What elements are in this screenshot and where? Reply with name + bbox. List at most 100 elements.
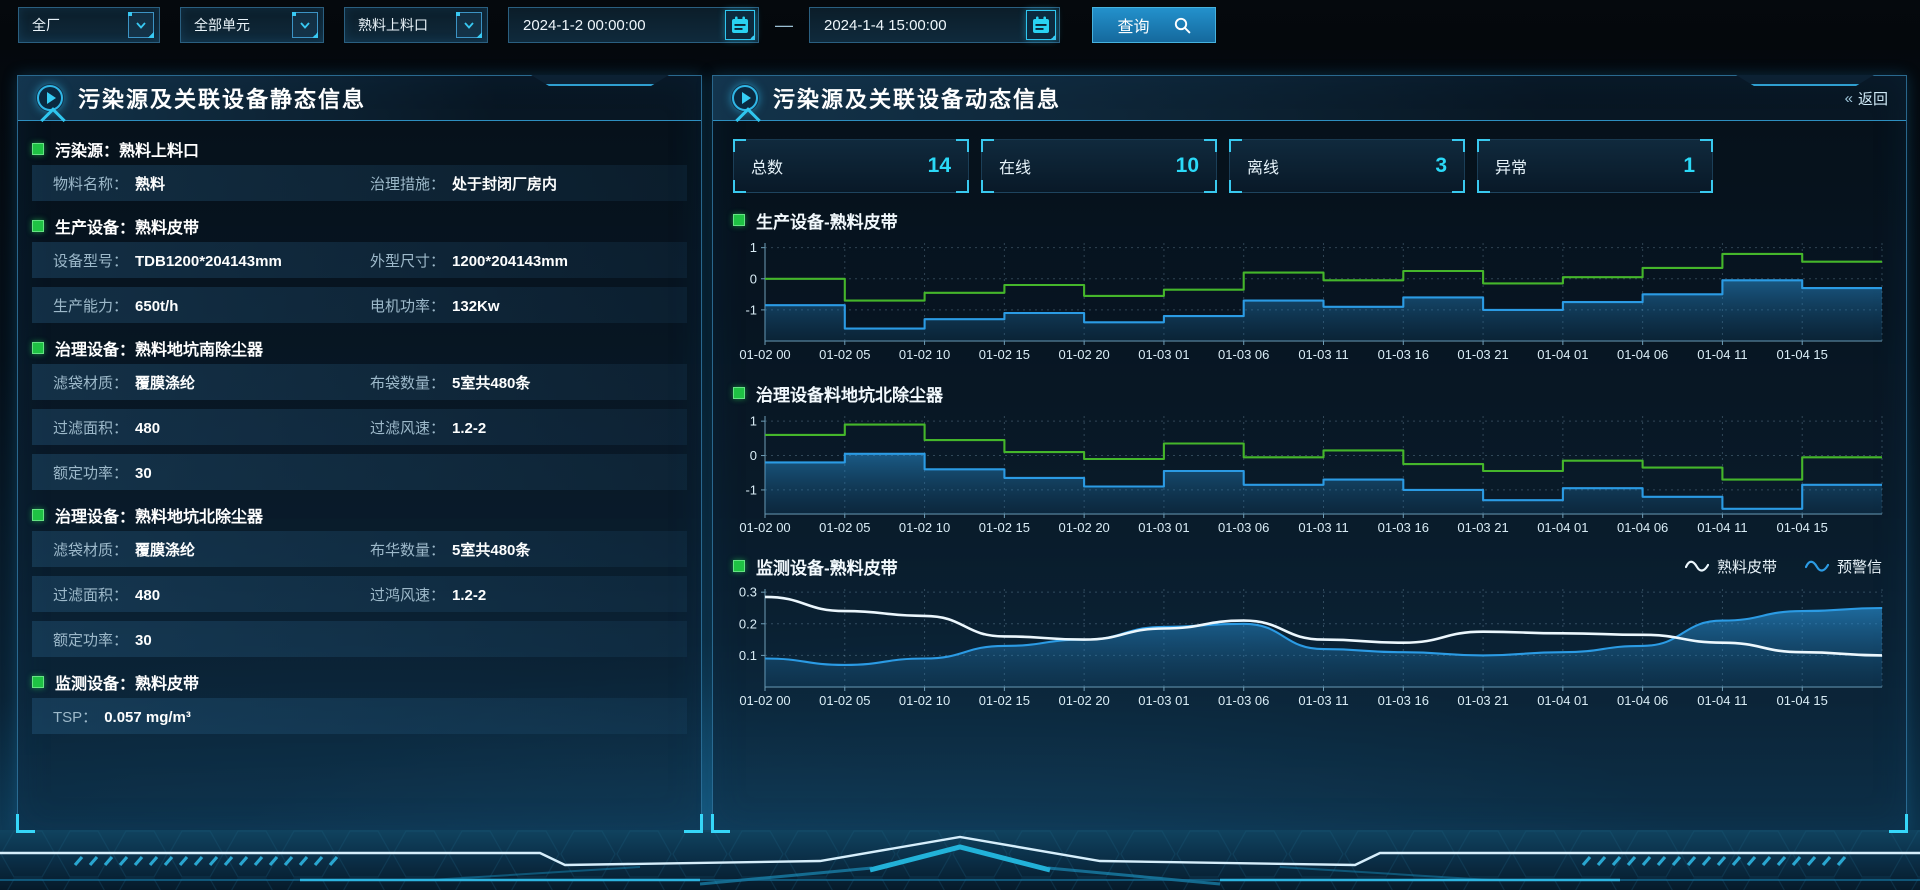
field-label: 过滤面积： — [53, 417, 128, 438]
unit-select[interactable]: 全部单元 — [180, 7, 324, 43]
chart-block-2: 治理设备料地坑北除尘器10-101-02 0001-02 0501-02 100… — [733, 380, 1886, 543]
chart-title-row: 生产设备-熟料皮带 — [733, 207, 1886, 233]
field-label: 外型尺寸： — [370, 250, 445, 271]
section-heading-label: 监测设备：熟料皮带 — [55, 670, 199, 694]
svg-text:01-02 15: 01-02 15 — [979, 347, 1030, 362]
field-label: 物料名称： — [53, 173, 128, 194]
corner-bracket — [1452, 180, 1465, 193]
svg-text:01-02 10: 01-02 10 — [899, 520, 950, 535]
section-heading-label: 治理设备：熟料地坑北除尘器 — [55, 503, 263, 527]
svg-text:01-03 21: 01-03 21 — [1457, 520, 1508, 535]
legend-item[interactable]: 熟料皮带 — [1685, 556, 1777, 577]
chart-canvas: 10-101-02 0001-02 0501-02 1001-02 1501-0… — [733, 410, 1886, 538]
corner-bracket — [1452, 139, 1465, 152]
dynamic-info-panel: 污染源及关联设备动态信息 « 返回 总数14在线10离线3异常1 生产设备-熟料… — [712, 75, 1907, 832]
static-panel-title: 污染源及关联设备静态信息 — [78, 82, 366, 114]
svg-text:01-02 20: 01-02 20 — [1058, 520, 1109, 535]
field-label: 过鸿风速： — [370, 584, 445, 605]
section-heading: 治理设备：熟料地坑北除尘器 — [32, 499, 687, 531]
chart-canvas: 0.30.20.101-02 0001-02 0501-02 1001-02 1… — [733, 583, 1886, 711]
chart-block-3: 监测设备-熟料皮带 熟料皮带 预警信 0.30.20.101-02 0001-02 0… — [733, 553, 1886, 716]
svg-text:01-03 16: 01-03 16 — [1378, 520, 1429, 535]
svg-text:01-04 11: 01-04 11 — [1697, 693, 1747, 708]
green-bullet-icon — [733, 560, 745, 572]
svg-text:01-02 05: 01-02 05 — [819, 520, 870, 535]
field-label: 生产能力： — [53, 295, 128, 316]
green-bullet-icon — [32, 143, 44, 155]
corner-bracket — [1204, 180, 1217, 193]
field-value: 熟料 — [135, 173, 165, 194]
chevron-down-icon[interactable] — [292, 12, 318, 38]
field-value: 0.057 mg/m³ — [104, 709, 191, 726]
dynamic-panel-header: 污染源及关联设备动态信息 « 返回 — [713, 76, 1906, 121]
svg-text:01-02 00: 01-02 00 — [739, 693, 790, 708]
plant-select[interactable]: 全厂 — [18, 7, 160, 43]
chart-title: 监测设备-熟料皮带 — [733, 554, 898, 579]
svg-text:1: 1 — [750, 240, 757, 255]
play-icon — [36, 84, 64, 112]
chevron-down-icon[interactable] — [128, 12, 154, 38]
back-button[interactable]: « 返回 — [1845, 88, 1888, 109]
static-info-list: 污染源：熟料上料口物料名称：熟料治理措施：处于封闭厂房内生产设备：熟料皮带设备型… — [18, 121, 701, 734]
svg-text:01-03 06: 01-03 06 — [1218, 693, 1269, 708]
info-row: 过滤面积：480过滤风速： 1.2-2 — [32, 409, 687, 445]
source-select[interactable]: 熟料上料口 — [344, 7, 488, 43]
field-label: 过滤风速： — [370, 417, 445, 438]
chart-canvas: 10-101-02 0001-02 0501-02 1001-02 1501-0… — [733, 237, 1886, 365]
dynamic-panel-title: 污染源及关联设备动态信息 — [773, 82, 1061, 114]
legend-item[interactable]: 预警信 — [1805, 556, 1882, 577]
svg-text:01-03 01: 01-03 01 — [1138, 347, 1189, 362]
info-cell: 滤袋材质：覆膜涤纶 — [53, 372, 370, 393]
svg-text:0.2: 0.2 — [739, 616, 757, 631]
date-to-input[interactable]: 2024-1-4 15:00:00 — [809, 7, 1060, 43]
static-info-panel: 污染源及关联设备静态信息 污染源：熟料上料口物料名称：熟料治理措施：处于封闭厂房… — [17, 75, 702, 832]
static-panel-header: 污染源及关联设备静态信息 — [18, 76, 701, 121]
svg-text:01-02 20: 01-02 20 — [1058, 693, 1109, 708]
svg-text:01-02 15: 01-02 15 — [979, 693, 1030, 708]
stat-value: 1 — [1683, 154, 1695, 178]
svg-text:1: 1 — [750, 414, 757, 429]
green-bullet-icon — [733, 214, 745, 226]
footer-decoration — [0, 830, 1920, 890]
series-area — [765, 280, 1882, 341]
chart-title-row: 监测设备-熟料皮带 熟料皮带 预警信 — [733, 553, 1886, 579]
corner-bracket — [1700, 139, 1713, 152]
svg-text:01-03 01: 01-03 01 — [1138, 520, 1189, 535]
svg-text:01-03 11: 01-03 11 — [1298, 520, 1348, 535]
field-value: 1.2-2 — [452, 587, 486, 604]
svg-text:-1: -1 — [745, 302, 757, 317]
svg-text:01-04 15: 01-04 15 — [1777, 347, 1828, 362]
calendar-icon[interactable] — [1026, 10, 1056, 40]
info-row: 滤袋材质：覆膜涤纶布袋数量：5室共480条 — [32, 364, 687, 400]
info-cell: 过滤面积：480 — [53, 417, 370, 438]
svg-text:01-04 01: 01-04 01 — [1537, 520, 1588, 535]
section-heading: 监测设备：熟料皮带 — [32, 666, 687, 698]
corner-bracket — [981, 139, 994, 152]
svg-text:01-03 21: 01-03 21 — [1457, 347, 1508, 362]
svg-text:01-04 06: 01-04 06 — [1617, 693, 1668, 708]
chevron-down-icon[interactable] — [456, 12, 482, 38]
svg-text:01-04 06: 01-04 06 — [1617, 347, 1668, 362]
field-value: 处于封闭厂房内 — [452, 173, 557, 194]
svg-text:01-04 11: 01-04 11 — [1697, 520, 1747, 535]
field-label: 额定功率： — [53, 629, 128, 650]
svg-text:01-03 11: 01-03 11 — [1298, 347, 1348, 362]
stat-label: 在线 — [999, 154, 1031, 178]
field-value: TDB1200*204143mm — [135, 253, 282, 270]
calendar-icon[interactable] — [725, 10, 755, 40]
query-button[interactable]: 查询 — [1092, 7, 1216, 43]
corner-bracket — [981, 180, 994, 193]
field-value: 1.2-2 — [452, 420, 486, 437]
chart-block-1: 生产设备-熟料皮带 10-101-02 0001-02 0501-02 1001-… — [733, 207, 1886, 370]
corner-bracket — [1477, 180, 1490, 193]
date-from-input[interactable]: 2024-1-2 00:00:00 — [508, 7, 759, 43]
info-cell: 布华数量：5室共480条 — [370, 539, 687, 560]
section-heading: 污染源：熟料上料口 — [32, 133, 687, 165]
charts-area: 生产设备-熟料皮带 10-101-02 0001-02 0501-02 1001-… — [733, 207, 1886, 716]
info-cell: TSP：0.057 mg/m³ — [53, 706, 370, 727]
svg-text:01-04 01: 01-04 01 — [1537, 347, 1588, 362]
info-row: 生产能力：650t/h电机功率：132Kw — [32, 287, 687, 323]
green-bullet-icon — [733, 387, 745, 399]
info-row: 滤袋材质：覆膜涤纶布华数量：5室共480条 — [32, 531, 687, 567]
info-cell: 额定功率：30 — [53, 462, 370, 483]
